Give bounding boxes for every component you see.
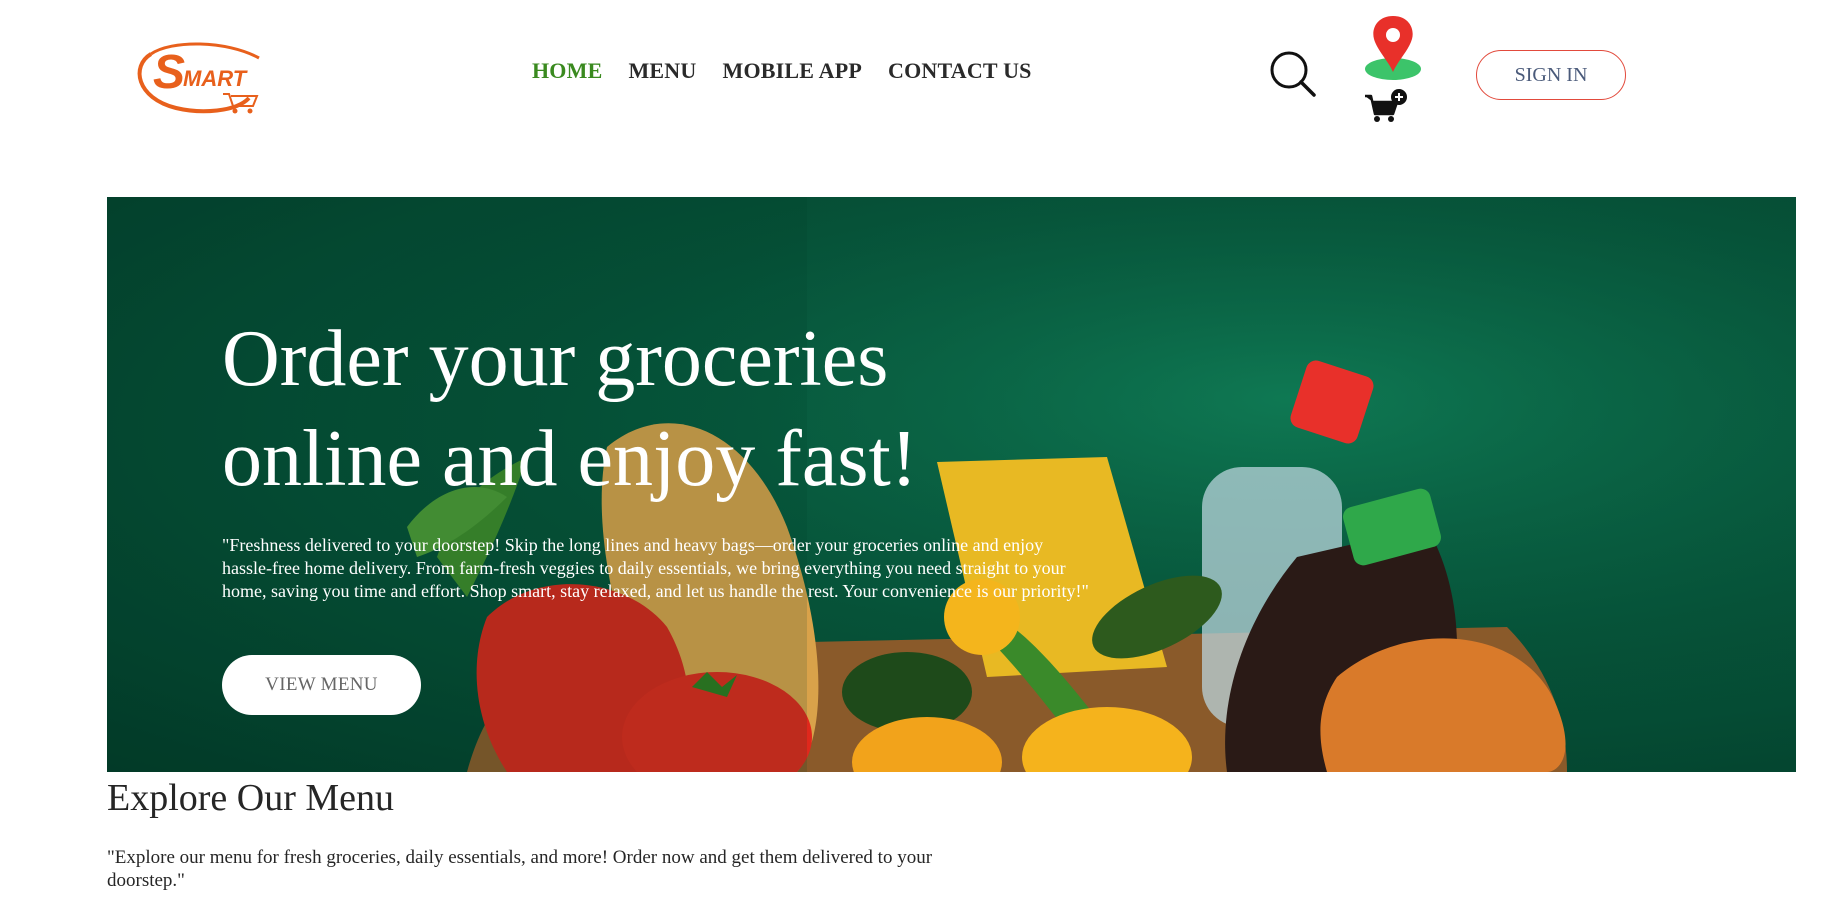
- hero-title-line-1: Order your groceries: [222, 315, 889, 403]
- view-menu-button[interactable]: VIEW MENU: [222, 655, 421, 715]
- hero-banner: Order your groceries online and enjoy fa…: [107, 197, 1796, 772]
- location-pin-icon[interactable]: [1364, 14, 1422, 82]
- svg-text:S: S: [153, 46, 185, 99]
- sign-in-button[interactable]: SIGN IN: [1476, 50, 1626, 100]
- hero-title-line-2: online and enjoy fast!: [222, 415, 918, 503]
- search-icon[interactable]: [1268, 50, 1318, 100]
- explore-menu-description: "Explore our menu for fresh groceries, d…: [107, 847, 933, 891]
- explore-menu-title: Explore Our Menu: [107, 777, 395, 819]
- hero-title: Order your groceries online and enjoy fa…: [222, 309, 1042, 509]
- hero-description: "Freshness delivered to your doorstep! S…: [222, 535, 1089, 601]
- smart-logo[interactable]: S MART: [131, 36, 271, 118]
- main-nav: HOME MENU MOBILE APP CONTACT US: [532, 58, 1032, 84]
- cart-add-icon[interactable]: [1363, 88, 1409, 124]
- nav-home[interactable]: HOME: [532, 58, 602, 84]
- svg-text:MART: MART: [183, 66, 248, 91]
- nav-mobile-app[interactable]: MOBILE APP: [722, 58, 862, 84]
- nav-contact-us[interactable]: CONTACT US: [888, 58, 1032, 84]
- nav-menu[interactable]: MENU: [628, 58, 696, 84]
